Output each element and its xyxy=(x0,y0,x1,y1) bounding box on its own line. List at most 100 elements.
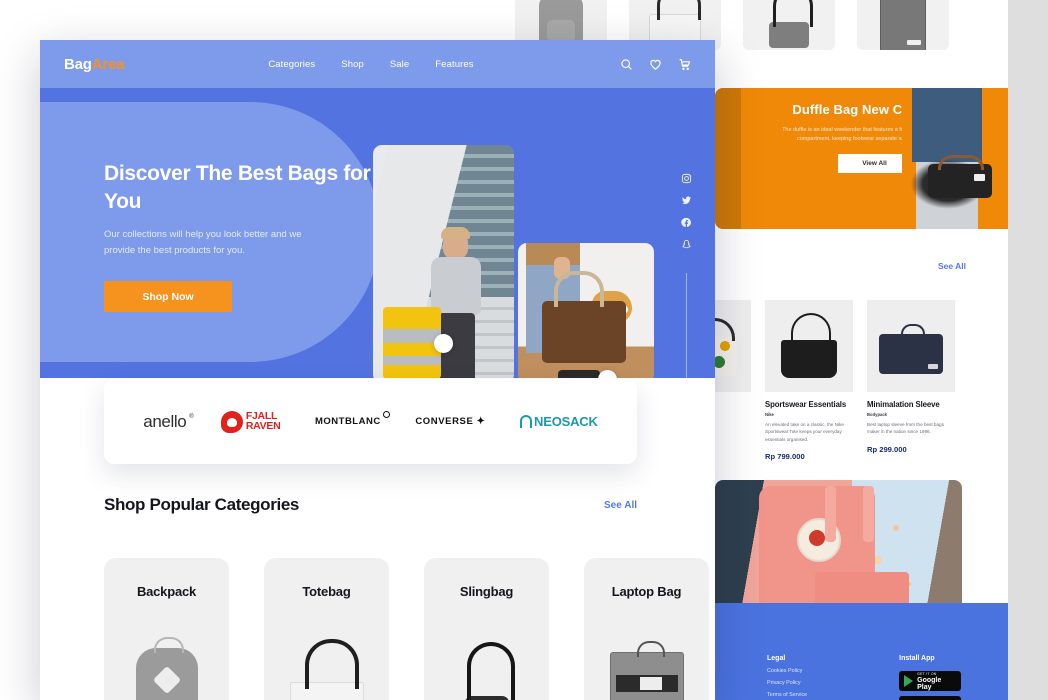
google-play-badge[interactable]: GET IT ON Google Play xyxy=(899,671,962,691)
social-rail xyxy=(681,173,692,378)
category-label: Backpack xyxy=(136,584,197,599)
hotspot-dot[interactable] xyxy=(598,370,617,378)
shop-now-button[interactable]: Shop Now xyxy=(104,281,232,313)
brand-fjallraven[interactable]: FJALL RAVEN xyxy=(220,410,281,433)
brown-bag xyxy=(542,271,626,363)
background-products-see-all[interactable]: See All xyxy=(938,261,966,271)
brand-montblanc[interactable]: MONTBLANC xyxy=(314,411,390,427)
categories-header: Shop Popular Categories See All xyxy=(104,495,637,515)
brand-converse[interactable]: CONVERSE ✦ xyxy=(415,416,485,427)
hero-title: Discover The Best Bags for You xyxy=(104,162,371,213)
category-card-laptop-bag[interactable]: Laptop Bag xyxy=(584,558,709,700)
duffle-promo-banner: Duffle Bag New Collection The duffle is … xyxy=(715,88,1008,229)
slingbag-illustration-icon xyxy=(464,642,515,700)
cart-icon[interactable] xyxy=(678,58,691,71)
laptop-bag-illustration-icon xyxy=(609,641,684,700)
backpack-strap xyxy=(863,486,874,542)
category-label: Totebag xyxy=(302,584,351,599)
footer-column-legal: Legal Cookies Policy Privacy Policy Term… xyxy=(767,655,807,700)
footer-link[interactable]: Cookies Policy xyxy=(767,668,807,674)
hero-photo-secondary[interactable] xyxy=(518,243,654,378)
laptop-bag-pocket xyxy=(615,675,678,692)
brand-logos-card: anello ® FJALL RAVEN MONTBLANC CONVERSE ✦ … xyxy=(104,379,637,464)
facebook-icon[interactable] xyxy=(681,217,692,228)
hero-copy: Discover The Best Bags for You Our colle… xyxy=(104,160,374,313)
snapchat-icon[interactable] xyxy=(681,239,692,250)
footer-link[interactable]: Privacy Policy xyxy=(767,680,807,686)
twitter-icon[interactable] xyxy=(681,195,692,206)
fjallraven-line2: RAVEN xyxy=(245,419,281,432)
footer-column-install-app: Install App GET IT ON Google Play xyxy=(899,655,962,700)
heart-icon[interactable] xyxy=(649,58,662,71)
product-price: Rp 299.000 xyxy=(867,444,907,454)
logo-accent: Area xyxy=(91,55,125,73)
product-description: An elevated take on a classic, the Nike … xyxy=(765,422,844,442)
nav-item-shop[interactable]: Shop xyxy=(341,59,364,70)
category-card-backpack[interactable]: Backpack xyxy=(104,558,229,700)
backpack-flap xyxy=(815,572,909,606)
app-store-badge[interactable] xyxy=(899,696,962,700)
header-icon-group xyxy=(620,58,691,71)
totebag-illustration-icon xyxy=(289,639,364,700)
neosack-arch-icon xyxy=(520,415,533,428)
registered-mark: ® xyxy=(189,413,194,420)
hero-subtitle: Our collections will help you look bette… xyxy=(104,229,302,257)
overlay-window: BagArea Categories Shop Sale Features Di… xyxy=(40,40,715,700)
montblanc-star-icon xyxy=(382,411,390,418)
model-hat xyxy=(441,227,470,239)
nav-item-sale[interactable]: Sale xyxy=(390,59,409,70)
brand-neosack[interactable]: NEOSACK xyxy=(520,414,598,429)
product-image xyxy=(867,300,955,392)
brand-anello[interactable]: anello ® xyxy=(143,412,193,432)
category-card-totebag[interactable]: Totebag xyxy=(264,558,389,700)
sleeve-icon xyxy=(879,324,943,374)
search-icon[interactable] xyxy=(620,58,633,71)
backpack-strap xyxy=(825,486,836,542)
slingbag-icon xyxy=(769,0,813,48)
hero-photo-primary[interactable] xyxy=(373,145,514,378)
backpack-illustration-icon xyxy=(135,637,198,700)
footer-link[interactable]: Terms of Service xyxy=(767,692,807,698)
product-description: Best laptop sleeve from the best bags ma… xyxy=(867,422,944,435)
category-card-slingbag[interactable]: Slingbag xyxy=(424,558,549,700)
category-label: Slingbag xyxy=(459,584,514,599)
social-divider-line xyxy=(686,273,687,378)
hotspot-dot[interactable] xyxy=(434,334,453,353)
product-card[interactable]: Minimalation Sleeve Bodypack Best laptop… xyxy=(867,300,955,461)
backpack-badge xyxy=(152,665,181,695)
nav-item-categories[interactable]: Categories xyxy=(268,59,315,70)
product-brand: Bodypack xyxy=(867,412,888,417)
product-price: Rp 799.000 xyxy=(765,452,805,462)
categories-title: Shop Popular Categories xyxy=(104,495,300,514)
thumb-laptop-sleeve[interactable] xyxy=(857,0,949,50)
promo-side-stripe xyxy=(715,88,741,229)
footer-heading: Install App xyxy=(899,655,935,662)
google-play-text: GET IT ON Google Play xyxy=(917,672,956,691)
google-play-small-text: GET IT ON xyxy=(917,671,937,676)
footer-columns: Legal Cookies Policy Privacy Policy Term… xyxy=(767,655,962,700)
thumb-slingbag[interactable] xyxy=(743,0,835,50)
google-play-big-text: Google Play xyxy=(917,676,942,691)
main-nav: Categories Shop Sale Features xyxy=(268,59,473,70)
yellow-bag xyxy=(383,307,441,378)
converse-arrow-icon: ✦ xyxy=(476,416,486,427)
promo-view-all-button[interactable]: View All xyxy=(837,154,912,174)
fox-icon xyxy=(220,410,243,433)
product-name: Sportswear Essentials xyxy=(765,400,847,409)
logo-main: Bag xyxy=(64,55,92,73)
categories-see-all-link[interactable]: See All xyxy=(604,500,637,511)
background-kanken-photo xyxy=(715,480,962,623)
screenshot-stage: Duffle Bag New Collection The duffle is … xyxy=(0,0,1048,700)
laptop-sleeve-icon xyxy=(880,0,926,50)
brand-logo[interactable]: BagArea xyxy=(64,55,125,73)
sandal-icon xyxy=(558,370,600,378)
google-play-icon xyxy=(904,675,914,687)
instagram-icon[interactable] xyxy=(681,173,692,184)
product-card[interactable]: Sportswear Essentials Nike An elevated t… xyxy=(765,300,853,461)
brand-fjallraven-label: FJALL RAVEN xyxy=(245,410,281,432)
nav-item-features[interactable]: Features xyxy=(435,59,473,70)
site-header: BagArea Categories Shop Sale Features xyxy=(40,40,715,88)
brand-montblanc-label: MONTBLANC xyxy=(314,416,381,427)
brand-neosack-label: NEOSACK xyxy=(534,414,598,429)
hero-section: Discover The Best Bags for You Our colle… xyxy=(40,88,715,378)
